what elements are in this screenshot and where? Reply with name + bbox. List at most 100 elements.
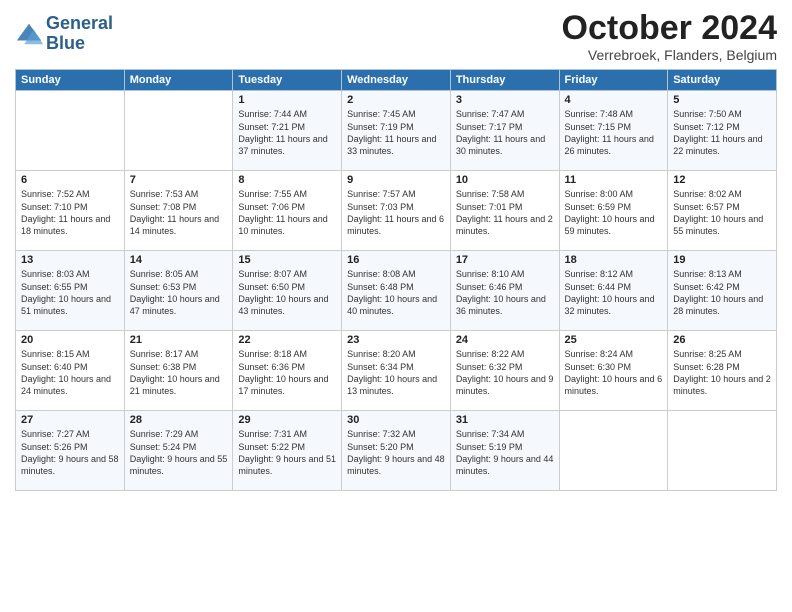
- calendar-cell: 29 Sunrise: 7:31 AMSunset: 5:22 PMDayligh…: [233, 411, 342, 491]
- day-number: 30: [347, 414, 445, 426]
- day-info: Sunrise: 7:32 AMSunset: 5:20 PMDaylight:…: [347, 428, 445, 477]
- calendar-week-2: 6 Sunrise: 7:52 AMSunset: 7:10 PMDaylight…: [16, 171, 777, 251]
- header-wednesday: Wednesday: [342, 70, 451, 91]
- logo-icon: [15, 20, 43, 48]
- day-number: 6: [21, 174, 119, 186]
- calendar-cell: [124, 91, 233, 171]
- logo-line2: Blue: [46, 34, 113, 54]
- day-number: 24: [456, 334, 554, 346]
- calendar-cell: [16, 91, 125, 171]
- day-info: Sunrise: 8:03 AMSunset: 6:55 PMDaylight:…: [21, 268, 119, 317]
- day-info: Sunrise: 8:24 AMSunset: 6:30 PMDaylight:…: [565, 348, 663, 397]
- calendar-body: 1Sunrise: 7:44 AMSunset: 7:21 PMDaylight…: [16, 91, 777, 491]
- calendar-cell: 14 Sunrise: 8:05 AMSunset: 6:53 PMDayligh…: [124, 251, 233, 331]
- day-number: 20: [21, 334, 119, 346]
- header-thursday: Thursday: [450, 70, 559, 91]
- calendar-cell: 3 Sunrise: 7:47 AMSunset: 7:17 PMDaylight…: [450, 91, 559, 171]
- calendar-cell: 12Sunrise: 8:02 AMSunset: 6:57 PMDayligh…: [668, 171, 777, 251]
- day-number: 27: [21, 414, 119, 426]
- day-number: 28: [130, 414, 228, 426]
- header-tuesday: Tuesday: [233, 70, 342, 91]
- calendar-cell: 10 Sunrise: 7:58 AMSunset: 7:01 PMDayligh…: [450, 171, 559, 251]
- day-number: 18: [565, 254, 663, 266]
- calendar-week-5: 27Sunrise: 7:27 AMSunset: 5:26 PMDayligh…: [16, 411, 777, 491]
- day-number: 15: [238, 254, 336, 266]
- calendar-cell: 7Sunrise: 7:53 AMSunset: 7:08 PMDaylight…: [124, 171, 233, 251]
- day-info: Sunrise: 7:48 AMSunset: 7:15 PMDaylight:…: [565, 108, 663, 157]
- day-info: Sunrise: 7:58 AMSunset: 7:01 PMDaylight:…: [456, 188, 554, 237]
- calendar-cell: 16 Sunrise: 8:08 AMSunset: 6:48 PMDayligh…: [342, 251, 451, 331]
- calendar-cell: 5 Sunrise: 7:50 AMSunset: 7:12 PMDaylight…: [668, 91, 777, 171]
- calendar-cell: 30 Sunrise: 7:32 AMSunset: 5:20 PMDayligh…: [342, 411, 451, 491]
- day-info: Sunrise: 7:31 AMSunset: 5:22 PMDaylight:…: [238, 428, 336, 477]
- day-info: Sunrise: 8:18 AMSunset: 6:36 PMDaylight:…: [238, 348, 336, 397]
- day-info: Sunrise: 7:47 AMSunset: 7:17 PMDaylight:…: [456, 108, 554, 157]
- day-info: Sunrise: 8:10 AMSunset: 6:46 PMDaylight:…: [456, 268, 554, 317]
- day-number: 16: [347, 254, 445, 266]
- calendar-cell: 27Sunrise: 7:27 AMSunset: 5:26 PMDayligh…: [16, 411, 125, 491]
- calendar-cell: 15 Sunrise: 8:07 AMSunset: 6:50 PMDayligh…: [233, 251, 342, 331]
- header: General Blue October 2024 Verrebroek, Fl…: [15, 10, 777, 63]
- calendar-cell: 2 Sunrise: 7:45 AMSunset: 7:19 PMDaylight…: [342, 91, 451, 171]
- calendar-cell: 20 Sunrise: 8:15 AMSunset: 6:40 PMDayligh…: [16, 331, 125, 411]
- calendar-page: General Blue October 2024 Verrebroek, Fl…: [0, 0, 792, 612]
- day-info: Sunrise: 7:29 AMSunset: 5:24 PMDaylight:…: [130, 428, 228, 477]
- day-number: 9: [347, 174, 445, 186]
- calendar-cell: [668, 411, 777, 491]
- logo-line1: General: [46, 14, 113, 34]
- day-number: 25: [565, 334, 663, 346]
- header-monday: Monday: [124, 70, 233, 91]
- day-number: 11: [565, 174, 663, 186]
- day-number: 19: [673, 254, 771, 266]
- calendar-week-3: 13Sunrise: 8:03 AMSunset: 6:55 PMDayligh…: [16, 251, 777, 331]
- calendar-cell: 22Sunrise: 8:18 AMSunset: 6:36 PMDayligh…: [233, 331, 342, 411]
- calendar-cell: 25 Sunrise: 8:24 AMSunset: 6:30 PMDayligh…: [559, 331, 668, 411]
- day-info: Sunrise: 8:07 AMSunset: 6:50 PMDaylight:…: [238, 268, 336, 317]
- day-number: 1: [238, 94, 336, 106]
- calendar-cell: 24 Sunrise: 8:22 AMSunset: 6:32 PMDayligh…: [450, 331, 559, 411]
- location: Verrebroek, Flanders, Belgium: [562, 47, 777, 63]
- calendar-cell: 31Sunrise: 7:34 AMSunset: 5:19 PMDayligh…: [450, 411, 559, 491]
- day-info: Sunrise: 7:50 AMSunset: 7:12 PMDaylight:…: [673, 108, 771, 157]
- day-info: Sunrise: 8:22 AMSunset: 6:32 PMDaylight:…: [456, 348, 554, 397]
- calendar-cell: 21Sunrise: 8:17 AMSunset: 6:38 PMDayligh…: [124, 331, 233, 411]
- calendar-cell: 19Sunrise: 8:13 AMSunset: 6:42 PMDayligh…: [668, 251, 777, 331]
- calendar-week-1: 1Sunrise: 7:44 AMSunset: 7:21 PMDaylight…: [16, 91, 777, 171]
- day-info: Sunrise: 8:05 AMSunset: 6:53 PMDaylight:…: [130, 268, 228, 317]
- day-number: 8: [238, 174, 336, 186]
- day-info: Sunrise: 8:00 AMSunset: 6:59 PMDaylight:…: [565, 188, 663, 237]
- day-number: 29: [238, 414, 336, 426]
- calendar-cell: 23Sunrise: 8:20 AMSunset: 6:34 PMDayligh…: [342, 331, 451, 411]
- day-info: Sunrise: 7:55 AMSunset: 7:06 PMDaylight:…: [238, 188, 336, 237]
- day-number: 2: [347, 94, 445, 106]
- calendar-cell: 11 Sunrise: 8:00 AMSunset: 6:59 PMDayligh…: [559, 171, 668, 251]
- header-sunday: Sunday: [16, 70, 125, 91]
- day-number: 14: [130, 254, 228, 266]
- calendar-cell: 9 Sunrise: 7:57 AMSunset: 7:03 PMDaylight…: [342, 171, 451, 251]
- day-number: 23: [347, 334, 445, 346]
- calendar-cell: 18 Sunrise: 8:12 AMSunset: 6:44 PMDayligh…: [559, 251, 668, 331]
- day-info: Sunrise: 7:52 AMSunset: 7:10 PMDaylight:…: [21, 188, 119, 237]
- day-info: Sunrise: 8:25 AMSunset: 6:28 PMDaylight:…: [673, 348, 771, 397]
- calendar-header: Sunday Monday Tuesday Wednesday Thursday…: [16, 70, 777, 91]
- calendar-cell: 6 Sunrise: 7:52 AMSunset: 7:10 PMDaylight…: [16, 171, 125, 251]
- day-info: Sunrise: 8:15 AMSunset: 6:40 PMDaylight:…: [21, 348, 119, 397]
- header-friday: Friday: [559, 70, 668, 91]
- calendar-cell: 17Sunrise: 8:10 AMSunset: 6:46 PMDayligh…: [450, 251, 559, 331]
- day-info: Sunrise: 7:53 AMSunset: 7:08 PMDaylight:…: [130, 188, 228, 237]
- day-number: 21: [130, 334, 228, 346]
- day-info: Sunrise: 8:12 AMSunset: 6:44 PMDaylight:…: [565, 268, 663, 317]
- day-info: Sunrise: 7:57 AMSunset: 7:03 PMDaylight:…: [347, 188, 445, 237]
- day-number: 26: [673, 334, 771, 346]
- title-block: October 2024 Verrebroek, Flanders, Belgi…: [562, 10, 777, 63]
- day-info: Sunrise: 7:45 AMSunset: 7:19 PMDaylight:…: [347, 108, 445, 157]
- calendar-week-4: 20 Sunrise: 8:15 AMSunset: 6:40 PMDayligh…: [16, 331, 777, 411]
- logo-text: General Blue: [46, 14, 113, 54]
- day-number: 5: [673, 94, 771, 106]
- day-info: Sunrise: 8:08 AMSunset: 6:48 PMDaylight:…: [347, 268, 445, 317]
- calendar-cell: 28 Sunrise: 7:29 AMSunset: 5:24 PMDayligh…: [124, 411, 233, 491]
- day-number: 3: [456, 94, 554, 106]
- logo: General Blue: [15, 14, 113, 54]
- day-number: 10: [456, 174, 554, 186]
- calendar-cell: 1Sunrise: 7:44 AMSunset: 7:21 PMDaylight…: [233, 91, 342, 171]
